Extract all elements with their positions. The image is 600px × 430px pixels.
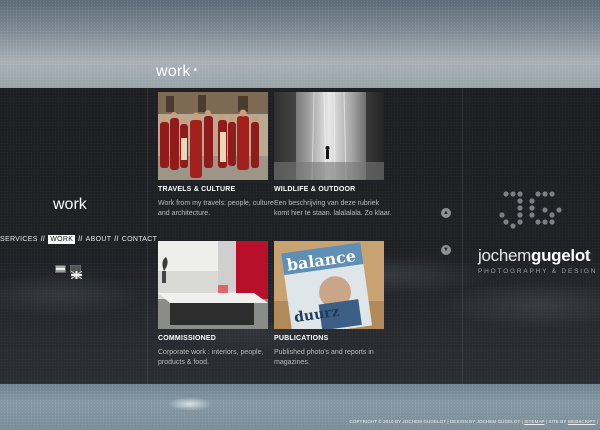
wildlife-thumbnail[interactable] bbox=[274, 92, 384, 180]
nav-about[interactable]: ABOUT bbox=[86, 236, 112, 243]
card-title[interactable]: TRAVELS & CULTURE bbox=[158, 186, 268, 193]
brand-tagline: PHOTOGRAPHY & DESIGN bbox=[478, 268, 598, 275]
iceberg bbox=[160, 392, 220, 410]
nl-flag-icon[interactable] bbox=[55, 265, 66, 273]
card-description: Published photo's and reports in magazin… bbox=[274, 349, 374, 366]
card-title[interactable]: COMMISSIONED bbox=[158, 335, 268, 342]
commissioned-thumbnail[interactable] bbox=[158, 241, 268, 329]
arrow-down-icon[interactable]: ▼ bbox=[441, 245, 451, 255]
nav-services[interactable]: SERVICES bbox=[0, 236, 38, 243]
column-divider bbox=[462, 88, 463, 384]
card-description: Corporate work : interiors, people, prod… bbox=[158, 349, 264, 366]
footer-end: | bbox=[596, 419, 598, 424]
en-flag-icon[interactable] bbox=[70, 265, 83, 280]
card-title[interactable]: PUBLICATIONS bbox=[274, 335, 384, 342]
brand-name: jochemgugelot bbox=[478, 246, 591, 265]
nav-contact[interactable]: CONTACT bbox=[122, 236, 157, 243]
footer-site-by: | SITE BY bbox=[545, 419, 567, 424]
nav-separator: // bbox=[78, 236, 83, 243]
nav-separator: // bbox=[40, 236, 46, 243]
main-nav: SERVICES // WORK // ABOUT // CONTACT bbox=[0, 235, 157, 244]
footer-sitemap-link[interactable]: SITEMAP bbox=[524, 419, 544, 424]
travels-thumbnail[interactable] bbox=[158, 92, 268, 180]
footer-webscript-link[interactable]: WEBSCRIPT bbox=[568, 419, 596, 424]
card-wildlife-outdoor[interactable]: WILDLIFE & OUTDOOR Een beschrijving van … bbox=[274, 92, 392, 219]
publications-thumbnail[interactable]: balance duurz bbox=[274, 241, 384, 329]
jg-dot-logo-icon bbox=[498, 190, 574, 241]
card-publications[interactable]: balance duurz PUBLICATIONS Published pho… bbox=[274, 241, 384, 368]
card-travels-culture[interactable]: TRAVELS & CULTURE Work from my travels: … bbox=[158, 92, 274, 219]
card-title[interactable]: WILDLIFE & OUTDOOR bbox=[274, 186, 384, 193]
section-title: work bbox=[53, 196, 87, 213]
footer-copyright: COPYRIGHT © 2010 BY JOCHEM GUGELOT | DES… bbox=[349, 419, 523, 424]
nav-work[interactable]: WORK bbox=[48, 235, 76, 244]
page-title: work • bbox=[156, 63, 198, 80]
card-description: Een beschrijving van deze rubriek komt h… bbox=[274, 200, 392, 217]
card-description: Work from my travels: people, culture an… bbox=[158, 200, 274, 217]
card-commissioned[interactable]: COMMISSIONED Corporate work : interiors,… bbox=[158, 241, 268, 368]
nav-separator: // bbox=[114, 236, 119, 243]
sky-dot-overlay bbox=[0, 0, 600, 88]
arrow-up-icon[interactable]: ▲ bbox=[441, 208, 451, 218]
footer: COPYRIGHT © 2010 BY JOCHEM GUGELOT | DES… bbox=[350, 419, 599, 424]
language-switch bbox=[55, 265, 83, 280]
